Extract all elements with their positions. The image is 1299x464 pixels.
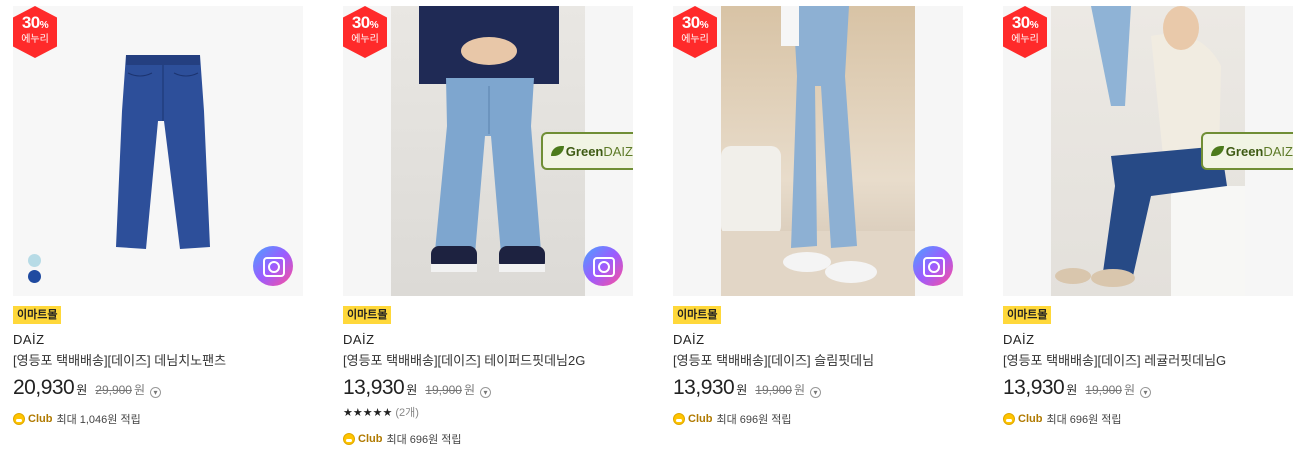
- photo-scene: [721, 6, 915, 296]
- discount-badge: 30% 에누리: [343, 6, 387, 58]
- product-image[interactable]: 30% 에누리: [13, 6, 303, 296]
- leaf-icon: [551, 146, 564, 156]
- original-price: 19,900: [1085, 383, 1122, 397]
- info-icon[interactable]: ▾: [480, 387, 492, 398]
- product-card[interactable]: 30% 에누리 Green DAIZ 이마트몰 DAİZ [영등포 택배배송][데…: [1003, 6, 1293, 427]
- color-swatch-dark[interactable]: [28, 270, 41, 283]
- club-coin-icon: [673, 413, 685, 425]
- product-name[interactable]: [영등포 택배배송][데이즈] 슬림핏데님: [673, 350, 963, 369]
- product-card[interactable]: 30% 에누리 이마트몰 DAİZ [영등포 택배배송][데이즈] 슬림핏데님 …: [673, 6, 963, 427]
- star-rating-icon: ★★★★★: [343, 407, 393, 419]
- original-price: 19,900: [755, 383, 792, 397]
- original-price: 19,900: [425, 383, 462, 397]
- club-reward: Club 최대 696원 적립: [343, 431, 633, 447]
- sale-price: 13,930: [343, 376, 405, 399]
- brand-name[interactable]: DAİZ: [343, 332, 633, 347]
- green-daiz-label: Green DAIZ: [541, 132, 633, 170]
- original-price: 29,900: [95, 383, 132, 397]
- info-icon[interactable]: ▾: [1140, 387, 1152, 398]
- rating[interactable]: ★★★★★ (2개): [343, 404, 633, 420]
- mall-tag: 이마트몰: [343, 306, 392, 324]
- discount-badge: 30% 에누리: [1003, 6, 1047, 58]
- club-coin-icon: [343, 433, 355, 445]
- info-icon[interactable]: ▾: [810, 387, 822, 398]
- review-count: (2개): [395, 407, 419, 419]
- product-image[interactable]: 30% 에누리 Green DAIZ: [343, 6, 633, 296]
- price-row: 20,930 원 29,900 원 ▾: [13, 376, 303, 400]
- price-row: 13,930 원 19,900 원 ▾: [673, 376, 963, 400]
- camera-icon[interactable]: [913, 246, 953, 286]
- club-reward: Club 최대 696원 적립: [1003, 411, 1293, 427]
- discount-badge: 30% 에누리: [673, 6, 717, 58]
- club-coin-icon: [13, 413, 25, 425]
- camera-icon[interactable]: [253, 246, 293, 286]
- price-row: 13,930 원 19,900 원 ▾: [1003, 376, 1293, 400]
- sale-price: 20,930: [13, 376, 75, 399]
- product-name[interactable]: [영등포 택배배송][데이즈] 테이퍼드핏데님2G: [343, 350, 633, 369]
- sale-price: 13,930: [1003, 376, 1065, 399]
- brand-name[interactable]: DAİZ: [1003, 332, 1293, 347]
- product-card[interactable]: 30% 에누리 이마트몰 DAİZ [영등포 택배배송][데이즈] 데님치노팬츠…: [13, 6, 303, 427]
- club-reward: Club 최대 696원 적립: [673, 411, 963, 427]
- sale-price: 13,930: [673, 376, 735, 399]
- product-image[interactable]: 30% 에누리 Green DAIZ: [1003, 6, 1293, 296]
- leaf-icon: [1211, 146, 1224, 156]
- product-card[interactable]: 30% 에누리 Green DAIZ 이마트몰 DAİZ [영등포 택배배송][데…: [343, 6, 633, 447]
- info-icon[interactable]: ▾: [150, 387, 162, 398]
- product-image[interactable]: 30% 에누리: [673, 6, 963, 296]
- brand-name[interactable]: DAİZ: [13, 332, 303, 347]
- club-coin-icon: [1003, 413, 1015, 425]
- pants-illustration: [116, 55, 210, 249]
- green-daiz-label: Green DAIZ: [1201, 132, 1293, 170]
- club-reward: Club 최대 1,046원 적립: [13, 411, 303, 427]
- mall-tag: 이마트몰: [13, 306, 62, 324]
- product-name[interactable]: [영등포 택배배송][데이즈] 레귤러핏데님G: [1003, 350, 1293, 369]
- camera-icon[interactable]: [583, 246, 623, 286]
- brand-name[interactable]: DAİZ: [673, 332, 963, 347]
- mall-tag: 이마트몰: [1003, 306, 1052, 324]
- model-illustration: [721, 6, 915, 296]
- product-name[interactable]: [영등포 택배배송][데이즈] 데님치노팬츠: [13, 350, 303, 369]
- price-row: 13,930 원 19,900 원 ▾: [343, 376, 633, 400]
- mall-tag: 이마트몰: [673, 306, 722, 324]
- discount-badge: 30% 에누리: [13, 6, 57, 58]
- color-swatch-light[interactable]: [28, 254, 41, 267]
